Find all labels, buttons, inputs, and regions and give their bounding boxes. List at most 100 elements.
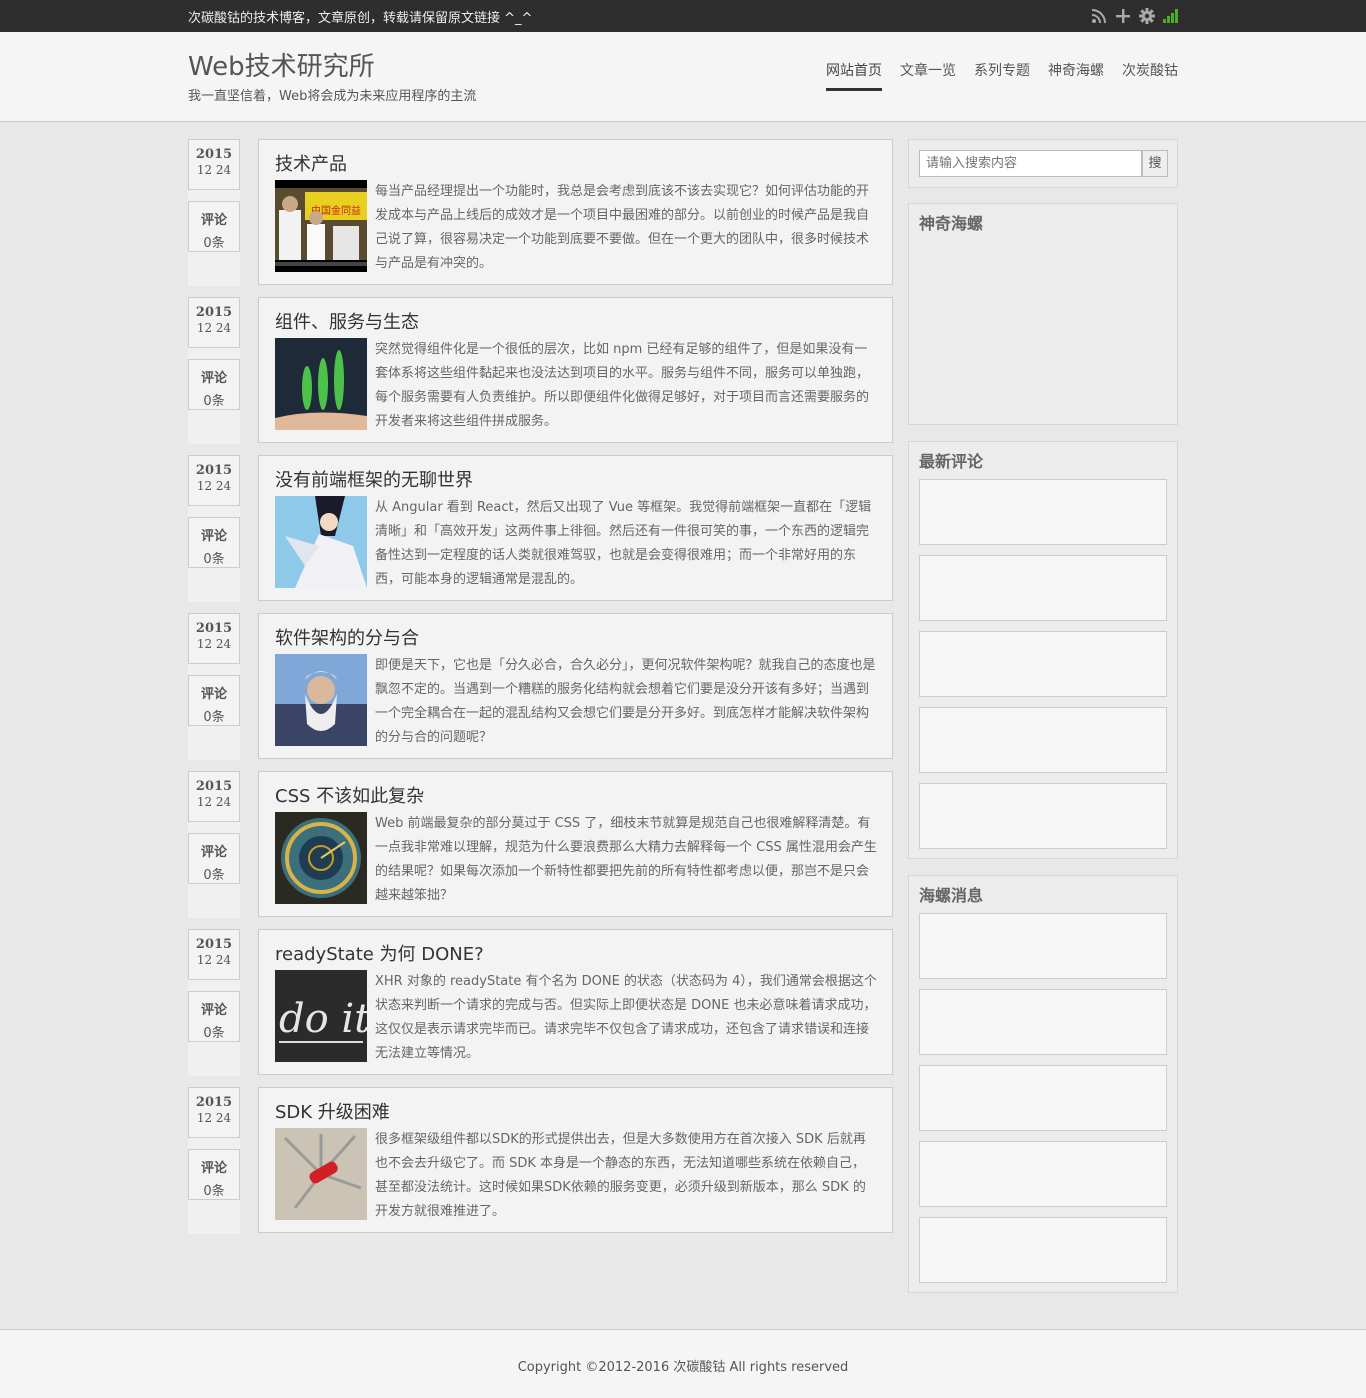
post-thumbnail[interactable]: do it bbox=[275, 970, 367, 1062]
post-excerpt: 很多框架级组件都以SDK的形式提供出去，但是大多数使用方在首次接入 SDK 后就… bbox=[375, 1132, 866, 1219]
post-date: 2015 12 24 bbox=[188, 613, 240, 664]
comment-count: 0条 bbox=[203, 710, 225, 725]
post-month-day: 12 24 bbox=[196, 637, 232, 651]
comment-count: 0条 bbox=[203, 868, 225, 883]
comment-label: 评论 bbox=[200, 687, 227, 702]
comment-label: 评论 bbox=[200, 213, 227, 228]
message-slot bbox=[919, 913, 1167, 979]
post-item: 2015 12 24 评论 0条 SDK 升级困难 很多框架级组件都以SDK的形… bbox=[188, 1087, 893, 1234]
comment-slot bbox=[919, 479, 1167, 545]
post-year: 2015 bbox=[195, 937, 233, 952]
post-excerpt: 从 Angular 看到 React，然后又出现了 Vue 等框架。我觉得前端框… bbox=[375, 500, 872, 587]
post-year: 2015 bbox=[195, 305, 233, 320]
site-footer: Copyright ©2012-2016 次碳酸钴 All rights res… bbox=[0, 1329, 1366, 1398]
post-excerpt: 每当产品经理提出一个功能时，我总是会考虑到底该不该去实现它？如何评估功能的开发成… bbox=[375, 184, 870, 271]
widget-title: 神奇海螺 bbox=[919, 214, 984, 233]
post-excerpt: 突然觉得组件化是一个很低的层次，比如 npm 已经有足够的组件了，但是如果没有一… bbox=[375, 342, 870, 429]
post-year: 2015 bbox=[195, 1095, 233, 1110]
nav-item-magic-conch[interactable]: 神奇海螺 bbox=[1048, 60, 1104, 91]
post-title[interactable]: 组件、服务与生态 bbox=[275, 308, 419, 334]
post-month-day: 12 24 bbox=[196, 479, 232, 493]
signal-icon[interactable] bbox=[1163, 9, 1178, 23]
post-month-day: 12 24 bbox=[196, 163, 232, 177]
magic-conch-widget: 神奇海螺 bbox=[908, 203, 1178, 425]
comment-label: 评论 bbox=[200, 845, 227, 860]
site-subtitle: 我一直坚信着，Web将会成为未来应用程序的主流 bbox=[188, 89, 477, 104]
rss-icon[interactable] bbox=[1091, 7, 1107, 25]
post-comments[interactable]: 评论 0条 bbox=[188, 201, 240, 252]
search-input[interactable] bbox=[919, 150, 1142, 177]
nav-item-author[interactable]: 次炭酸钴 bbox=[1122, 60, 1178, 91]
nav-item-home[interactable]: 网站首页 bbox=[826, 60, 882, 91]
post-title[interactable]: 没有前端框架的无聊世界 bbox=[275, 466, 473, 492]
comment-count: 0条 bbox=[203, 236, 225, 251]
post-thumbnail[interactable] bbox=[275, 1128, 367, 1220]
gear-icon[interactable] bbox=[1139, 7, 1155, 25]
post-thumbnail[interactable] bbox=[275, 496, 367, 588]
message-slot bbox=[919, 1217, 1167, 1283]
copyright: Copyright ©2012-2016 次碳酸钴 All rights res… bbox=[517, 1360, 849, 1375]
post-card: CSS 不该如此复杂 Web 前端最复杂的部分莫过于 CSS 了，细枝末节就算是… bbox=[258, 771, 893, 917]
comment-count: 0条 bbox=[203, 1184, 225, 1199]
post-year: 2015 bbox=[195, 779, 233, 794]
post-date: 2015 12 24 bbox=[188, 1087, 240, 1138]
post-item: 2015 12 24 评论 0条 CSS 不该如此复杂 Web 前端最复杂的部分… bbox=[188, 771, 893, 918]
post-thumbnail[interactable] bbox=[275, 812, 367, 904]
post-excerpt: 即便是天下，它也是「分久必合，合久必分」，更何况软件架构呢？就我自己的态度也是飘… bbox=[375, 658, 876, 745]
post-title[interactable]: CSS 不该如此复杂 bbox=[275, 782, 424, 808]
comment-slot bbox=[919, 555, 1167, 621]
post-comments[interactable]: 评论 0条 bbox=[188, 1149, 240, 1200]
post-year: 2015 bbox=[195, 147, 233, 162]
main-nav: 网站首页 文章一览 系列专题 神奇海螺 次炭酸钴 bbox=[826, 60, 1178, 91]
post-month-day: 12 24 bbox=[196, 321, 232, 335]
post-date: 2015 12 24 bbox=[188, 139, 240, 190]
post-comments[interactable]: 评论 0条 bbox=[188, 675, 240, 726]
message-slot bbox=[919, 1065, 1167, 1131]
post-year: 2015 bbox=[195, 621, 233, 636]
site-title[interactable]: Web技术研究所 bbox=[188, 46, 375, 83]
comment-slot bbox=[919, 783, 1167, 849]
message-slot bbox=[919, 1141, 1167, 1207]
post-thumbnail[interactable]: 中国金同益 bbox=[275, 180, 367, 272]
post-thumbnail[interactable] bbox=[275, 338, 367, 430]
plus-icon[interactable] bbox=[1115, 7, 1131, 25]
comment-label: 评论 bbox=[200, 1003, 227, 1018]
post-comments[interactable]: 评论 0条 bbox=[188, 991, 240, 1042]
nav-item-articles[interactable]: 文章一览 bbox=[900, 60, 956, 91]
post-card: 组件、服务与生态 突然觉得组件化是一个很低的层次，比如 npm 已经有足够的组件… bbox=[258, 297, 893, 443]
top-bar: 次碳酸钴的技术博客，文章原创，转载请保留原文链接 ^_^ bbox=[0, 0, 1366, 32]
post-month-day: 12 24 bbox=[196, 795, 232, 809]
post-title[interactable]: 软件架构的分与合 bbox=[275, 624, 419, 650]
post-month-day: 12 24 bbox=[196, 953, 232, 967]
search-widget: 搜 bbox=[908, 139, 1178, 188]
post-comments[interactable]: 评论 0条 bbox=[188, 833, 240, 884]
post-item: 2015 12 24 评论 0条 readyState 为何 DONE? do … bbox=[188, 929, 893, 1076]
post-item: 2015 12 24 评论 0条 组件、服务与生态 突然觉得组件化是一个很低的层… bbox=[188, 297, 893, 444]
post-item: 2015 12 24 评论 0条 技术产品 中国金同益 每当产品经理提出一个功能… bbox=[188, 139, 893, 286]
post-title[interactable]: 技术产品 bbox=[275, 150, 347, 176]
post-date: 2015 12 24 bbox=[188, 455, 240, 506]
post-comments[interactable]: 评论 0条 bbox=[188, 359, 240, 410]
svg-text:do it: do it bbox=[279, 996, 367, 1042]
nav-item-series[interactable]: 系列专题 bbox=[974, 60, 1030, 91]
post-title[interactable]: SDK 升级困难 bbox=[275, 1098, 390, 1124]
comment-label: 评论 bbox=[200, 1161, 227, 1176]
recent-comments-widget: 最新评论 bbox=[908, 441, 1178, 859]
search-button[interactable]: 搜 bbox=[1142, 150, 1168, 177]
post-date: 2015 12 24 bbox=[188, 929, 240, 980]
post-comments[interactable]: 评论 0条 bbox=[188, 517, 240, 568]
post-excerpt: XHR 对象的 readyState 有个名为 DONE 的状态（状态码为 4）… bbox=[375, 974, 877, 1061]
post-date: 2015 12 24 bbox=[188, 771, 240, 822]
post-excerpt: Web 前端最复杂的部分莫过于 CSS 了，细枝末节就算是规范自己也很难解释清楚… bbox=[375, 816, 877, 903]
post-card: 软件架构的分与合 即便是天下，它也是「分久必合，合久必分」，更何况软件架构呢？就… bbox=[258, 613, 893, 759]
widget-title: 最新评论 bbox=[919, 452, 984, 471]
top-icons bbox=[1091, 7, 1178, 25]
post-card: SDK 升级困难 很多框架级组件都以SDK的形式提供出去，但是大多数使用方在首次… bbox=[258, 1087, 893, 1233]
post-thumbnail[interactable] bbox=[275, 654, 367, 746]
site-notice: 次碳酸钴的技术博客，文章原创，转载请保留原文链接 ^_^ bbox=[188, 11, 533, 26]
post-year: 2015 bbox=[195, 463, 233, 478]
message-slot bbox=[919, 989, 1167, 1055]
post-item: 2015 12 24 评论 0条 没有前端框架的无聊世界 从 Angular 看… bbox=[188, 455, 893, 602]
post-title[interactable]: readyState 为何 DONE? bbox=[275, 940, 484, 966]
post-card: readyState 为何 DONE? do it XHR 对象的 readyS… bbox=[258, 929, 893, 1075]
